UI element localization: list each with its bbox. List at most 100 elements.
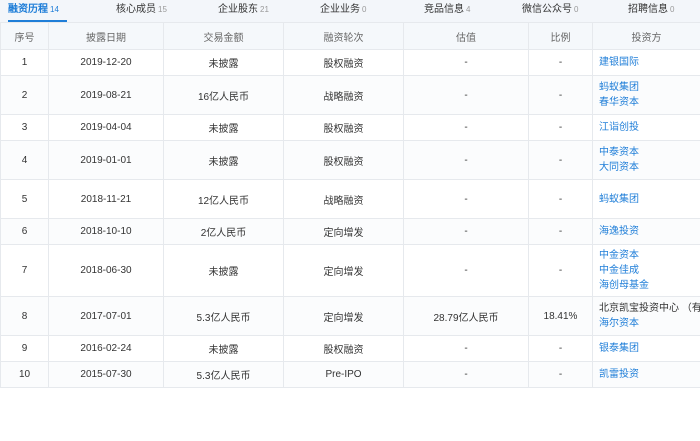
investor-link[interactable]: 春华资本 [599, 95, 700, 110]
cell-no: 1 [0, 49, 49, 76]
cell-no: 9 [0, 335, 49, 362]
cell-date: 2019-04-04 [48, 114, 164, 141]
header-amount: 交易金额 [163, 22, 284, 50]
cell-date: 2018-06-30 [48, 244, 164, 297]
cell-valuation: - [403, 335, 529, 362]
cell-valuation: - [403, 361, 529, 388]
cell-date: 2019-08-21 [48, 75, 164, 115]
cell-investors: 建银国际 [592, 49, 700, 76]
cell-ratio: - [528, 140, 593, 180]
cell-amount: 5.3亿人民币 [163, 296, 284, 336]
investor-link[interactable]: 凯雷投资 [599, 367, 700, 382]
cell-round: 定向增发 [283, 218, 404, 245]
cell-valuation: - [403, 244, 529, 297]
investor-link[interactable]: 大同资本 [599, 160, 700, 175]
table-body: 1 2019-12-20 未披露 股权融资 - - 建银国际 2 2019-08-21 16亿人民… [0, 49, 700, 388]
cell-valuation: - [403, 140, 529, 180]
cell-no: 5 [0, 179, 49, 219]
tab-label: 竞品信息 [424, 4, 464, 15]
tab-label: 核心成员 [116, 4, 156, 15]
cell-amount: 未披露 [163, 140, 284, 180]
tab-wechat[interactable]: 微信公众号 0 [522, 0, 578, 21]
tab-count: 14 [50, 5, 59, 14]
cell-round: 股权融资 [283, 335, 404, 362]
tab-label: 企业股东 [218, 4, 258, 15]
header-round: 融资轮次 [283, 22, 404, 50]
tab-shareholders[interactable]: 企业股东 21 [218, 0, 269, 21]
header-investors: 投资方 [592, 22, 700, 50]
header-date: 披露日期 [48, 22, 164, 50]
tab-bar: 融资历程 14 核心成员 15 企业股东 21 企业业务 0 竞品信息 4 微信公众号 0 … [0, 0, 700, 23]
investor-link[interactable]: 银泰集团 [599, 341, 700, 356]
cell-date: 2018-11-21 [48, 179, 164, 219]
tab-business[interactable]: 企业业务 0 [320, 0, 366, 21]
investor-link[interactable]: 海尔资本 [599, 316, 700, 331]
cell-no: 2 [0, 75, 49, 115]
tab-count: 15 [158, 5, 167, 14]
table-row: 3 2019-04-04 未披露 股权融资 - - 江诣创投 [0, 114, 700, 141]
tab-core-members[interactable]: 核心成员 15 [116, 0, 167, 21]
tab-count: 0 [670, 5, 675, 14]
cell-amount: 12亿人民币 [163, 179, 284, 219]
cell-round: 股权融资 [283, 140, 404, 180]
cell-valuation: - [403, 49, 529, 76]
cell-amount: 未披露 [163, 114, 284, 141]
cell-ratio: - [528, 179, 593, 219]
investor-link[interactable]: 建银国际 [599, 55, 700, 70]
tab-label: 招聘信息 [628, 4, 668, 15]
table-header-row: 序号 披露日期 交易金额 融资轮次 估值 比例 投资方 [0, 22, 700, 50]
cell-round: Pre-IPO [283, 361, 404, 388]
cell-ratio: - [528, 335, 593, 362]
financing-table: 序号 披露日期 交易金额 融资轮次 估值 比例 投资方 1 2019-12-20 未… [0, 22, 700, 388]
tab-label: 微信公众号 [522, 4, 572, 15]
cell-investors: 凯雷投资 [592, 361, 700, 388]
tab-competitors[interactable]: 竞品信息 4 [424, 0, 470, 21]
investor-link[interactable]: 江诣创投 [599, 120, 700, 135]
investor-link[interactable]: 中金佳成 [599, 263, 700, 278]
tab-financing-history[interactable]: 融资历程 14 [8, 0, 67, 22]
header-no: 序号 [0, 22, 49, 50]
investor-link[interactable]: 蚂蚁集团 [599, 80, 700, 95]
cell-no: 8 [0, 296, 49, 336]
investor-link[interactable]: 中金资本 [599, 248, 700, 263]
cell-no: 3 [0, 114, 49, 141]
cell-ratio: - [528, 114, 593, 141]
table-row: 7 2018-06-30 未披露 定向增发 - - 中金资本 中金佳成 海创母基金 [0, 244, 700, 297]
cell-round: 股权融资 [283, 114, 404, 141]
investor-link[interactable]: 海创母基金 [599, 278, 700, 293]
cell-date: 2016-02-24 [48, 335, 164, 362]
cell-ratio: - [528, 218, 593, 245]
cell-investors: 中泰资本 大同资本 [592, 140, 700, 180]
cell-no: 6 [0, 218, 49, 245]
investor-link[interactable]: 海逸投资 [599, 224, 700, 239]
cell-investors: 中金资本 中金佳成 海创母基金 [592, 244, 700, 297]
cell-valuation: - [403, 218, 529, 245]
header-valuation: 估值 [403, 22, 529, 50]
cell-ratio: 18.41% [528, 296, 593, 336]
table-row: 8 2017-07-01 5.3亿人民币 定向增发 28.79亿人民币 18.41% 北京凯… [0, 296, 700, 336]
cell-ratio: - [528, 244, 593, 297]
cell-ratio: - [528, 49, 593, 76]
cell-amount: 未披露 [163, 49, 284, 76]
table-row: 1 2019-12-20 未披露 股权融资 - - 建银国际 [0, 49, 700, 76]
cell-investors: 蚂蚁集团 春华资本 [592, 75, 700, 115]
cell-no: 4 [0, 140, 49, 180]
cell-investors: 北京凯宝投资中心 （有限合伙海尔资本 [592, 296, 700, 336]
cell-ratio: - [528, 75, 593, 115]
cell-investors: 银泰集团 [592, 335, 700, 362]
table-row: 5 2018-11-21 12亿人民币 战略融资 - - 蚂蚁集团 [0, 179, 700, 219]
investor-link[interactable]: 蚂蚁集团 [599, 192, 700, 207]
cell-round: 定向增发 [283, 244, 404, 297]
cell-valuation: - [403, 114, 529, 141]
tab-count: 4 [466, 5, 471, 14]
investor-name: 北京凯宝投资中心 （有限合伙 [599, 303, 700, 314]
cell-date: 2019-01-01 [48, 140, 164, 180]
cell-ratio: - [528, 361, 593, 388]
cell-date: 2018-10-10 [48, 218, 164, 245]
cell-amount: 未披露 [163, 244, 284, 297]
table-row: 9 2016-02-24 未披露 股权融资 - - 银泰集团 [0, 335, 700, 362]
tab-recruitment[interactable]: 招聘信息 0 [628, 0, 674, 21]
cell-valuation: - [403, 179, 529, 219]
tab-label: 企业业务 [320, 4, 360, 15]
investor-link[interactable]: 中泰资本 [599, 145, 700, 160]
